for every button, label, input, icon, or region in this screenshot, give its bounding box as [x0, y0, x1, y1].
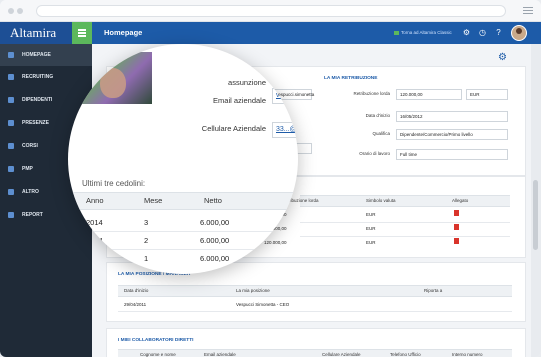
collaboratori-title: I miei collaboratori diretti [118, 338, 194, 343]
exit-icon [394, 30, 399, 35]
address-bar[interactable] [36, 5, 506, 17]
more-icon [8, 189, 14, 195]
pdf-icon[interactable] [454, 210, 459, 216]
page-settings-icon[interactable]: ⚙ [498, 53, 508, 63]
posizione-data: 29/04/2011 [124, 302, 147, 307]
browser-menu-icon[interactable] [523, 7, 533, 15]
col-header-allegato: Allegato [452, 198, 469, 203]
clock-icon[interactable]: ◷ [478, 28, 487, 37]
col-header-email: Email aziendale [204, 352, 236, 357]
users-icon [8, 97, 14, 103]
assunzione-label: assunzione [228, 78, 266, 87]
sidebar-item-dipendenti[interactable]: Dipendenti [0, 89, 92, 111]
sidebar-item-recruiting[interactable]: Recruiting [0, 66, 92, 88]
window-dot [17, 8, 23, 14]
cedolino-valuta: EUR [366, 212, 376, 217]
col-header-valuta: Simbolo valuta [366, 198, 396, 203]
courses-icon [8, 143, 14, 149]
col-header-telefono: Telefono Ufficio [390, 352, 421, 357]
pdf-icon[interactable] [454, 238, 459, 244]
cedolino-mese: 1 [144, 254, 149, 263]
col-header-anno: Anno [86, 196, 104, 205]
retribuzione-title: La mia retribuzione [324, 76, 378, 81]
page-title: Homepage [104, 28, 143, 37]
cedolino-valuta: EUR [366, 240, 376, 245]
cedolini-header-row [300, 195, 510, 207]
orario-label: Orario di lavoro [359, 151, 390, 156]
row-divider [300, 222, 510, 223]
sidebar-item-homepage[interactable]: Homepage [0, 44, 92, 66]
valuta-field[interactable]: EUR [466, 89, 508, 100]
orario-field[interactable]: Full time [396, 149, 508, 160]
sidebar-item-label: Corsi [22, 143, 38, 149]
col-header-cellulare: Cellulare Aziendale [322, 352, 361, 357]
back-link-label: Torna ad Altamira Classic [401, 30, 452, 35]
cedolino-lordo: 120.000,00 [264, 240, 287, 245]
cedolino-netto: 6.000,00 [200, 254, 230, 263]
col-header-data: Data d'inizio [124, 288, 149, 293]
cedolino-mese: 2 [144, 236, 149, 245]
magnifier-lens: assunzione Email aziendale vespucci.simo… [68, 44, 298, 274]
back-to-classic-link[interactable]: Torna ad Altamira Classic [394, 22, 452, 44]
cedolino-anno: 2014 [86, 236, 103, 245]
sidebar-item-label: Presenze [22, 120, 49, 126]
target-icon [8, 166, 14, 172]
sidebar-item-label: Report [22, 212, 43, 218]
col-header-netto: Netto [204, 196, 222, 205]
cedolino-netto: 6.000,00 [200, 218, 230, 227]
cedolino-valuta: EUR [366, 226, 376, 231]
cedolino-mese: 3 [144, 218, 149, 227]
col-header-nome: Cognome e nome [140, 352, 176, 357]
posizione-header-row [118, 285, 512, 297]
sidebar-item-label: Recruiting [22, 74, 54, 80]
report-icon [8, 212, 14, 218]
cedolino-anno: 2014 [86, 218, 103, 227]
row-divider [68, 249, 298, 250]
menu-toggle-icon[interactable] [72, 22, 92, 44]
app-logo[interactable]: Altamira [0, 22, 72, 44]
data-inizio-field[interactable]: 16/05/2012 [396, 111, 508, 122]
sidebar-item-label: Altro [22, 189, 39, 195]
row-divider [118, 311, 512, 312]
row-divider [68, 231, 298, 232]
qualifica-field[interactable]: Dipendente/Commercio/Primo livello [396, 129, 508, 140]
col-header-interno: Interno numero [452, 352, 483, 357]
data-inizio-label: Data d'inizio [365, 113, 390, 118]
browser-window: Altamira Homepage Torna ad Altamira Clas… [0, 0, 541, 357]
cedolino-anno: 2014 [86, 254, 103, 263]
help-icon[interactable]: ? [494, 28, 503, 37]
pdf-icon[interactable] [454, 224, 459, 230]
qualifica-label: Qualifica [372, 131, 390, 136]
cellulare-aziendale-field[interactable]: 33...@...com [272, 122, 298, 138]
calendar-icon [8, 120, 14, 126]
window-dot [8, 8, 14, 14]
recruiting-icon [8, 74, 14, 80]
scrollbar-thumb[interactable] [533, 180, 538, 250]
sidebar-item-label: Homepage [22, 52, 51, 58]
col-header-mese: Mese [144, 196, 163, 205]
user-avatar[interactable] [511, 25, 527, 41]
col-header-riporta: Riporta a [424, 288, 443, 293]
col-header-posizione: La mia posizione [236, 288, 270, 293]
email-aziendale-field[interactable]: vespucci.simonetta [272, 88, 298, 104]
profile-photo [82, 52, 152, 104]
cellulare-aziendale-label: Cellulare Aziendale [201, 124, 266, 133]
retribuzione-lorda-field[interactable]: 120.000,00 [396, 89, 462, 100]
home-icon [8, 52, 14, 58]
cedolino-netto: 6.000,00 [200, 236, 230, 245]
sidebar-item-label: Dipendenti [22, 97, 53, 103]
browser-chrome [0, 0, 541, 22]
row-divider [300, 236, 510, 237]
settings-icon[interactable]: ⚙ [462, 28, 471, 37]
posizione-value: Vespucci Simonetta - CEO [236, 302, 290, 307]
retribuzione-lorda-label: Retribuzione lorda [353, 91, 390, 96]
sidebar-item-label: PMP [22, 166, 33, 172]
cedolini-title: Ultimi tre cedolini: [82, 179, 146, 188]
email-aziendale-label: Email aziendale [213, 96, 266, 105]
